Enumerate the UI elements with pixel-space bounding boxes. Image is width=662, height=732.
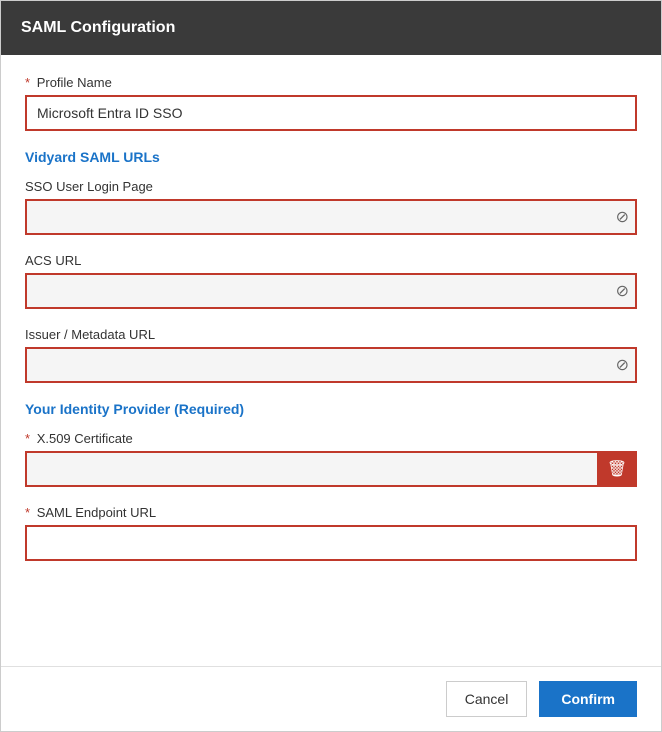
acs-url-input-wrapper: ⊘	[25, 273, 637, 309]
trash-icon: 🗑	[607, 459, 627, 479]
modal-container: SAML Configuration * Profile Name Vidyar…	[0, 0, 662, 732]
saml-required-star: *	[25, 505, 30, 520]
acs-url-label: ACS URL	[25, 253, 637, 268]
modal-title: SAML Configuration	[21, 19, 175, 36]
profile-name-label: * Profile Name	[25, 75, 637, 90]
profile-name-input[interactable]	[25, 95, 637, 131]
saml-endpoint-group: * SAML Endpoint URL	[25, 505, 637, 561]
modal-footer: Cancel Confirm	[1, 666, 661, 731]
sso-login-input[interactable]	[25, 199, 637, 235]
profile-name-group: * Profile Name	[25, 75, 637, 131]
acs-url-group: ACS URL ⊘	[25, 253, 637, 309]
cancel-button[interactable]: Cancel	[446, 681, 528, 717]
vidyard-saml-section: Vidyard SAML URLs SSO User Login Page ⊘ …	[25, 149, 637, 383]
issuer-url-input[interactable]	[25, 347, 637, 383]
saml-endpoint-label: * SAML Endpoint URL	[25, 505, 637, 520]
certificate-input[interactable]	[25, 451, 597, 487]
saml-endpoint-input[interactable]	[25, 525, 637, 561]
vidyard-section-heading: Vidyard SAML URLs	[25, 149, 637, 165]
issuer-url-group: Issuer / Metadata URL ⊘	[25, 327, 637, 383]
acs-url-input[interactable]	[25, 273, 637, 309]
sso-login-label: SSO User Login Page	[25, 179, 637, 194]
sso-login-input-wrapper: ⊘	[25, 199, 637, 235]
certificate-input-wrapper: 🗑	[25, 451, 637, 487]
cert-required-star: *	[25, 431, 30, 446]
identity-provider-section: Your Identity Provider (Required) * X.50…	[25, 401, 637, 561]
issuer-url-input-wrapper: ⊘	[25, 347, 637, 383]
certificate-label: * X.509 Certificate	[25, 431, 637, 446]
issuer-url-label: Issuer / Metadata URL	[25, 327, 637, 342]
identity-section-heading: Your Identity Provider (Required)	[25, 401, 637, 417]
sso-login-group: SSO User Login Page ⊘	[25, 179, 637, 235]
delete-certificate-button[interactable]: 🗑	[597, 451, 637, 487]
confirm-button[interactable]: Confirm	[539, 681, 637, 717]
required-star: *	[25, 75, 30, 90]
modal-body: * Profile Name Vidyard SAML URLs SSO Use…	[1, 55, 661, 666]
certificate-group: * X.509 Certificate 🗑	[25, 431, 637, 487]
modal-header: SAML Configuration	[1, 1, 661, 55]
